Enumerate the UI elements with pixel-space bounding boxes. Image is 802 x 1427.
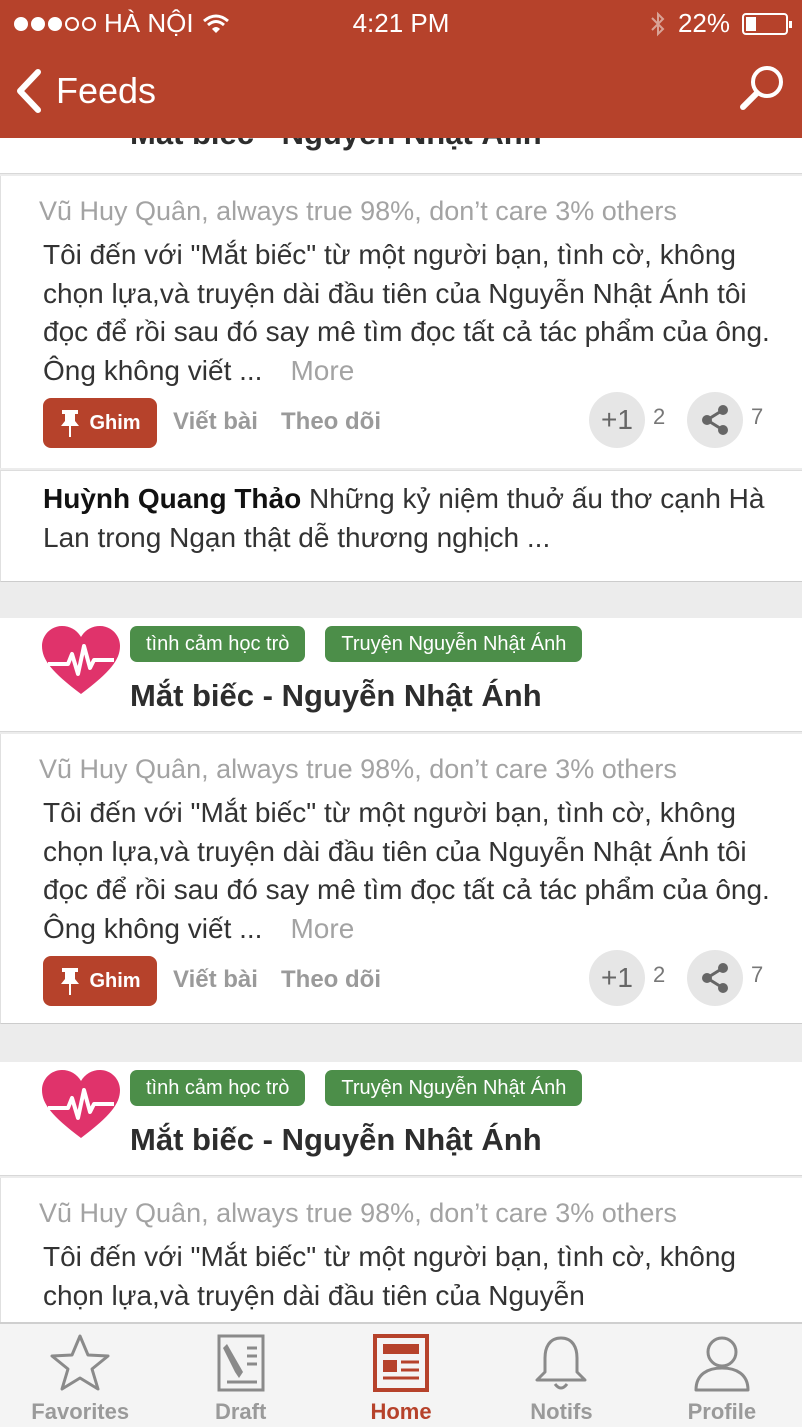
feed-post: Vũ Huy Quân, always true 98%, don’t care… [0,1178,802,1322]
person-icon [694,1336,750,1392]
post-body-text: Tôi đến với "Mắt biếc" từ một người bạn,… [43,797,770,944]
battery-icon [742,12,792,35]
post-body-text: Tôi đến với "Mắt biếc" từ một người bạn,… [43,1241,736,1311]
bluetooth-icon [651,11,665,36]
comment-preview[interactable]: Huỳnh Quang Thảo Những kỷ niệm thuở ấu t… [0,470,802,582]
follow-link[interactable]: Theo dõi [281,408,381,436]
pin-button[interactable]: Ghim [43,398,157,448]
share-icon [702,405,728,435]
post-author[interactable]: Vũ Huy Quân, always true 98%, don’t care… [39,754,677,785]
post-author[interactable]: Vũ Huy Quân, always true 98%, don’t care… [39,1198,677,1229]
tag-chip[interactable]: Truyện Nguyễn Nhật Ánh [325,1070,583,1106]
status-right: 22% [650,8,792,39]
back-button[interactable]: Feeds [14,66,184,116]
nav-bar: Feeds [0,56,802,128]
pin-icon [61,410,80,437]
star-icon [50,1334,110,1391]
tag-list: tình cảm học trò Truyện Nguyễn Nhật Ánh [130,1070,583,1106]
share-count: 7 [751,962,764,987]
nav-title: Feeds [56,70,157,111]
feed-card-header: Mắt biếc - Nguyễn Nhật Ánh [0,138,802,174]
share-icon [702,963,728,993]
plus-one-count: 2 [653,404,666,429]
post-actions: Ghim Viết bài Theo dõi +1 2 7 [43,392,773,450]
plus-one-count: 2 [653,962,666,987]
tab-home[interactable]: Home [321,1324,481,1427]
post-body[interactable]: Tôi đến với "Mắt biếc" từ một người bạn,… [43,1238,773,1315]
feed-post: Vũ Huy Quân, always true 98%, don’t care… [0,176,802,468]
search-icon [740,66,783,110]
tab-bar: Favorites Draft Home Notifs Profile [0,1322,802,1427]
tab-draft[interactable]: Draft [160,1324,320,1427]
chevron-left-icon [17,69,41,113]
tab-notifs[interactable]: Notifs [481,1324,641,1427]
tag-chip[interactable]: tình cảm học trò [130,1070,306,1106]
pin-icon [61,968,80,995]
draft-icon [217,1334,265,1392]
book-title[interactable]: Mắt biếc - Nguyễn Nhật Ánh [130,1122,542,1158]
tab-label: Favorites [31,1399,130,1424]
tab-profile[interactable]: Profile [642,1324,802,1427]
tab-label: Profile [687,1399,757,1424]
newspaper-icon [373,1334,430,1392]
post-body[interactable]: Tôi đến với "Mắt biếc" từ một người bạn,… [43,794,773,948]
book-title[interactable]: Mắt biếc - Nguyễn Nhật Ánh [130,138,542,152]
more-link[interactable]: More [290,355,354,386]
share-button[interactable] [687,950,743,1006]
feed-list[interactable]: Mắt biếc - Nguyễn Nhật Ánh Vũ Huy Quân, … [0,138,802,1322]
post-body-text: Tôi đến với "Mắt biếc" từ một người bạn,… [43,239,770,386]
tab-label: Notifs [530,1399,593,1424]
status-bar: HÀ NỘI 4:21 PM 22% [0,0,802,44]
comment-text-block: Huỳnh Quang Thảo Những kỷ niệm thuở ấu t… [43,479,778,557]
write-post-link[interactable]: Viết bài [173,966,258,994]
book-title[interactable]: Mắt biếc - Nguyễn Nhật Ánh [130,678,542,714]
tag-chip[interactable]: Truyện Nguyễn Nhật Ánh [325,626,583,662]
share-count: 7 [751,404,764,429]
plus-one-button[interactable]: +1 [589,950,645,1006]
follow-link[interactable]: Theo dõi [281,966,381,994]
bell-icon [535,1336,587,1390]
tab-favorites[interactable]: Favorites [0,1324,160,1427]
tab-label: Draft [214,1399,267,1424]
pin-button[interactable]: Ghim [43,956,157,1006]
tag-list: tình cảm học trò Truyện Nguyễn Nhật Ánh [130,626,583,662]
plus-one-button[interactable]: +1 [589,392,645,448]
search-button[interactable] [738,62,788,112]
pin-label: Ghim [89,411,141,434]
more-link[interactable]: More [290,913,354,944]
comment-author: Huỳnh Quang Thảo [43,483,302,514]
feed-card-header: tình cảm học trò Truyện Nguyễn Nhật Ánh … [0,1062,802,1176]
write-post-link[interactable]: Viết bài [173,408,258,436]
battery-percent: 22% [677,8,730,38]
post-body[interactable]: Tôi đến với "Mắt biếc" từ một người bạn,… [43,236,773,390]
tag-chip[interactable]: tình cảm học trò [130,626,306,662]
post-author[interactable]: Vũ Huy Quân, always true 98%, don’t care… [39,196,677,227]
heart-pulse-icon [42,626,120,694]
post-actions: Ghim Viết bài Theo dõi +1 2 7 [43,950,773,1008]
app-header: HÀ NỘI 4:21 PM 22% Feeds [0,0,802,138]
tab-label: Home [370,1399,432,1424]
share-button[interactable] [687,392,743,448]
pin-label: Ghim [89,969,141,992]
heart-pulse-icon [42,1070,120,1138]
feed-post: Vũ Huy Quân, always true 98%, don’t care… [0,734,802,1024]
feed-card-header: tình cảm học trò Truyện Nguyễn Nhật Ánh … [0,618,802,732]
